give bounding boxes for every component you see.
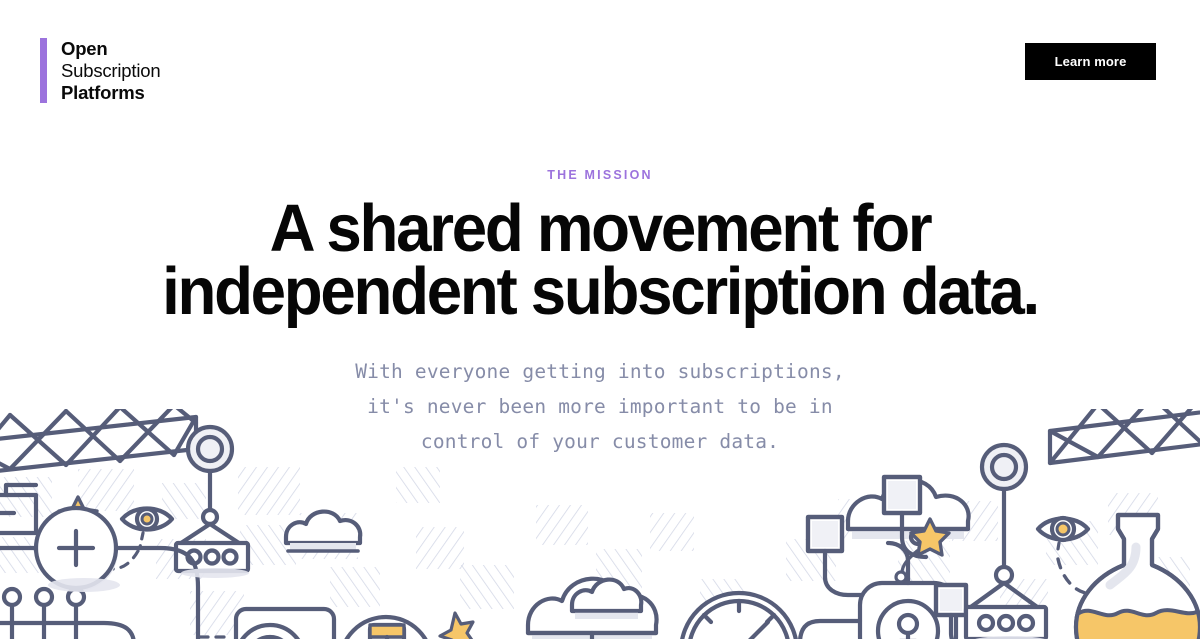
page-title: A shared movement for independent subscr… (30, 195, 1170, 325)
logo-accent-bar (40, 38, 47, 104)
logo-wordmark: Open Subscription Platforms (61, 38, 161, 103)
magic-wand-star (438, 611, 475, 639)
subtitle-line-3: control of your customer data. (420, 430, 780, 454)
headline-line-2: independent subscription data. (162, 253, 1040, 329)
clock-gauge-icon (680, 590, 798, 639)
logo-line-open: Open (61, 38, 108, 59)
logo[interactable]: Open Subscription Platforms (40, 38, 161, 104)
landing-page: Open Subscription Platforms Learn more T… (0, 0, 1200, 639)
subtitle-line-1: With everyone getting into subscriptions… (355, 359, 845, 383)
logo-line-platforms: Platforms (61, 81, 145, 103)
test-tube-circle-icon (344, 614, 428, 639)
hero-subtitle: With everyone getting into subscriptions… (0, 354, 1200, 459)
hero-eyebrow: THE MISSION (547, 168, 653, 182)
hanging-platform-right (963, 604, 1049, 639)
subtitle-line-2: it's never been more important to be in (367, 395, 833, 419)
logo-line-subscription: Subscription (61, 59, 161, 81)
site-header: Open Subscription Platforms Learn more (0, 0, 1200, 140)
learn-more-button[interactable]: Learn more (1025, 43, 1156, 80)
